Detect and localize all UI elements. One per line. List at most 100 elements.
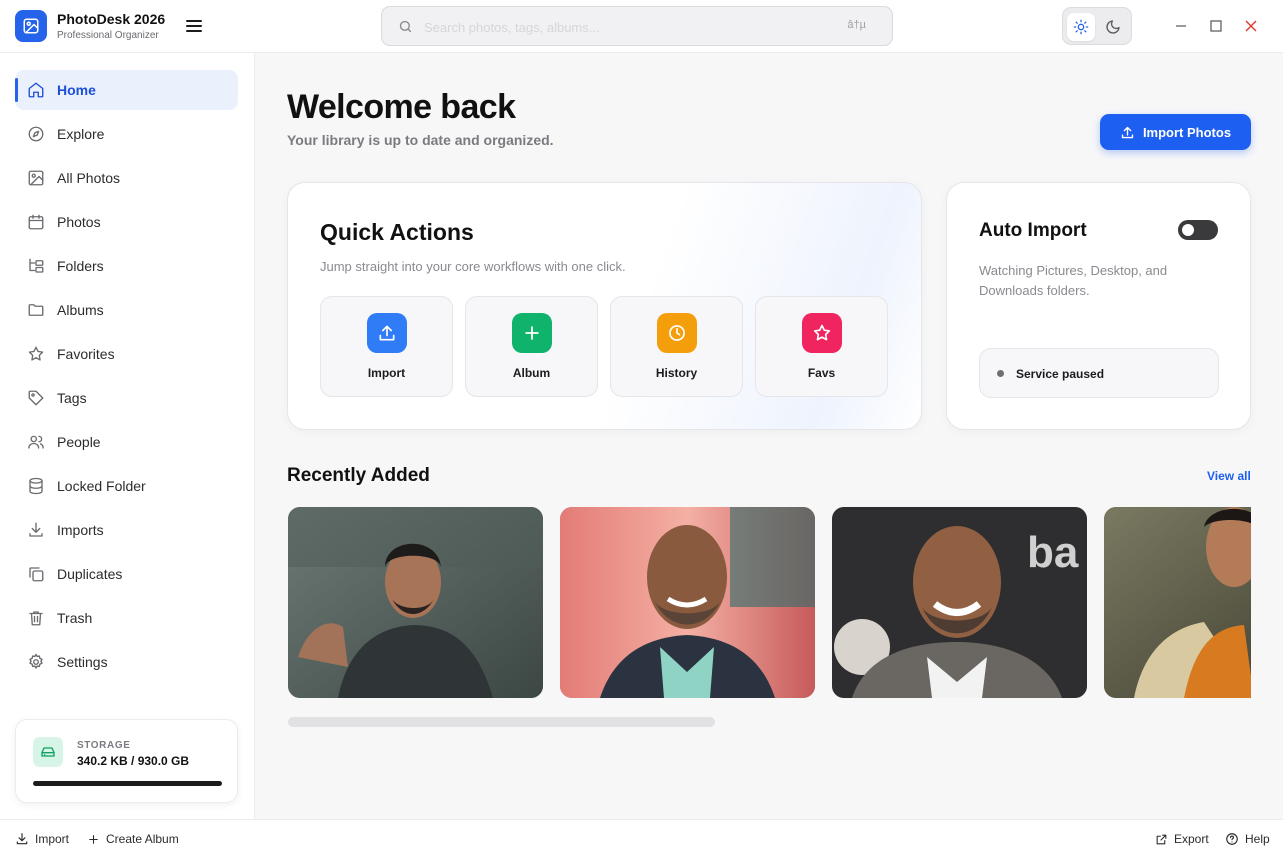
star-icon: [28, 346, 44, 361]
tag-icon: [28, 390, 44, 406]
help-button[interactable]: Help: [1225, 832, 1270, 846]
auto-import-toggle[interactable]: [1178, 220, 1218, 240]
sun-icon: [1073, 19, 1089, 35]
auto-import-card: Auto Import Watching Pictures, Desktop, …: [946, 182, 1251, 430]
quick-action-label: History: [655, 366, 698, 380]
sidebar-item-home[interactable]: Home: [15, 70, 238, 110]
storage-title: STORAGE: [77, 740, 131, 751]
photo-thumbnail[interactable]: [288, 507, 543, 698]
database-icon: [29, 477, 43, 495]
page-subtitle: Your library is up to date and organized…: [287, 132, 554, 148]
sidebar-item-label: Photos: [57, 214, 101, 230]
storage-card: STORAGE 340.2 KB / 930.0 GB: [15, 719, 238, 803]
help-label: Help: [1245, 832, 1270, 846]
sidebar-item-label: Imports: [57, 522, 104, 538]
sidebar-item-label: All Photos: [57, 170, 121, 186]
sidebar-item-all-photos[interactable]: All Photos: [15, 158, 238, 198]
minimize-button[interactable]: [1171, 16, 1191, 36]
sidebar-item-folders[interactable]: Folders: [15, 246, 238, 286]
sidebar-item-label: Explore: [57, 126, 105, 142]
upload-icon: [1121, 126, 1134, 138]
quick-actions-card: Quick Actions Jump straight into your co…: [287, 182, 922, 430]
sidebar-item-label: Locked Folder: [57, 478, 146, 494]
bottom-import-button[interactable]: Import: [15, 832, 69, 846]
quick-action-import[interactable]: Import: [320, 296, 453, 397]
quick-action-favs[interactable]: Favs: [755, 296, 888, 397]
create-album-label: Create Album: [106, 832, 179, 846]
copy-icon: [29, 567, 44, 582]
sidebar-item-locked-folder[interactable]: Locked Folder: [15, 466, 238, 506]
sidebar-item-label: Home: [57, 82, 96, 98]
sidebar: Home Explore All Photos Photos Folders A…: [0, 53, 255, 819]
trash-icon: [29, 611, 43, 626]
search-bar[interactable]: â†µ: [381, 6, 893, 46]
export-button[interactable]: Export: [1155, 832, 1209, 846]
quick-action-label: Album: [512, 366, 551, 380]
close-icon: [1245, 20, 1257, 32]
calendar-icon: [28, 214, 44, 230]
app-name: PhotoDesk 2026: [57, 11, 166, 27]
sidebar-item-photos[interactable]: Photos: [15, 202, 238, 242]
download-icon: [16, 833, 28, 845]
menu-icon[interactable]: [184, 16, 204, 36]
quick-action-history[interactable]: History: [610, 296, 743, 397]
create-album-button[interactable]: Create Album: [87, 832, 179, 846]
folder-icon: [28, 304, 44, 316]
auto-import-status: Service paused: [979, 348, 1219, 398]
view-all-link[interactable]: View all: [1207, 469, 1251, 483]
dark-mode-button[interactable]: [1099, 13, 1127, 41]
sidebar-item-label: Duplicates: [57, 566, 123, 582]
title-bar: PhotoDesk 2026 Professional Organizer â†…: [0, 0, 1283, 53]
light-mode-button[interactable]: [1067, 13, 1095, 41]
photo-thumbnail[interactable]: ba: [832, 507, 1087, 698]
sidebar-item-favorites[interactable]: Favorites: [15, 334, 238, 374]
star-icon: [802, 313, 842, 353]
sidebar-item-explore[interactable]: Explore: [15, 114, 238, 154]
quick-action-label: Import: [367, 366, 406, 380]
plus-icon: [512, 313, 552, 353]
sidebar-item-imports[interactable]: Imports: [15, 510, 238, 550]
sidebar-item-settings[interactable]: Settings: [15, 642, 238, 682]
page-title: Welcome back: [287, 88, 516, 126]
import-photos-button[interactable]: Import Photos: [1100, 114, 1251, 150]
bottom-import-label: Import: [35, 832, 70, 846]
storage-progress-bar: [33, 781, 222, 786]
minimize-icon: [1176, 25, 1186, 27]
horizontal-scrollbar[interactable]: [288, 717, 715, 727]
svg-text:ba: ba: [1027, 528, 1079, 577]
sidebar-item-trash[interactable]: Trash: [15, 598, 238, 638]
clock-icon: [657, 313, 697, 353]
app-subtitle: Professional Organizer: [57, 30, 159, 41]
sidebar-item-duplicates[interactable]: Duplicates: [15, 554, 238, 594]
image-icon: [28, 170, 44, 186]
photo-thumbnail[interactable]: [1104, 507, 1251, 698]
sidebar-item-people[interactable]: People: [15, 422, 238, 462]
search-icon: [399, 20, 412, 33]
status-dot: [997, 370, 1004, 377]
folder-tree-icon: [29, 258, 44, 273]
quick-actions-subtitle: Jump straight into your core workflows w…: [320, 259, 626, 274]
storage-value: 340.2 KB / 930.0 GB: [77, 754, 190, 768]
sidebar-item-label: Settings: [57, 654, 108, 670]
theme-toggle: [1062, 7, 1132, 45]
status-text: Service paused: [1016, 367, 1105, 381]
search-input[interactable]: [424, 16, 824, 38]
close-button[interactable]: [1241, 16, 1261, 36]
plus-icon: [89, 834, 98, 844]
photo-thumbnail[interactable]: [560, 507, 815, 698]
help-icon: [1226, 833, 1238, 845]
recent-photos-strip[interactable]: ba: [287, 507, 1251, 698]
external-link-icon: [1156, 834, 1167, 844]
sidebar-item-tags[interactable]: Tags: [15, 378, 238, 418]
download-icon: [29, 522, 43, 537]
sidebar-item-label: Albums: [57, 302, 104, 318]
maximize-button[interactable]: [1206, 16, 1226, 36]
people-icon: [28, 435, 44, 449]
search-shortcut: â†µ: [847, 19, 866, 31]
recently-added-title: Recently Added: [287, 465, 430, 486]
quick-action-label: Favs: [807, 366, 836, 380]
moon-icon: [1106, 20, 1120, 34]
sidebar-item-albums[interactable]: Albums: [15, 290, 238, 330]
quick-action-album[interactable]: Album: [465, 296, 598, 397]
export-label: Export: [1174, 832, 1209, 846]
